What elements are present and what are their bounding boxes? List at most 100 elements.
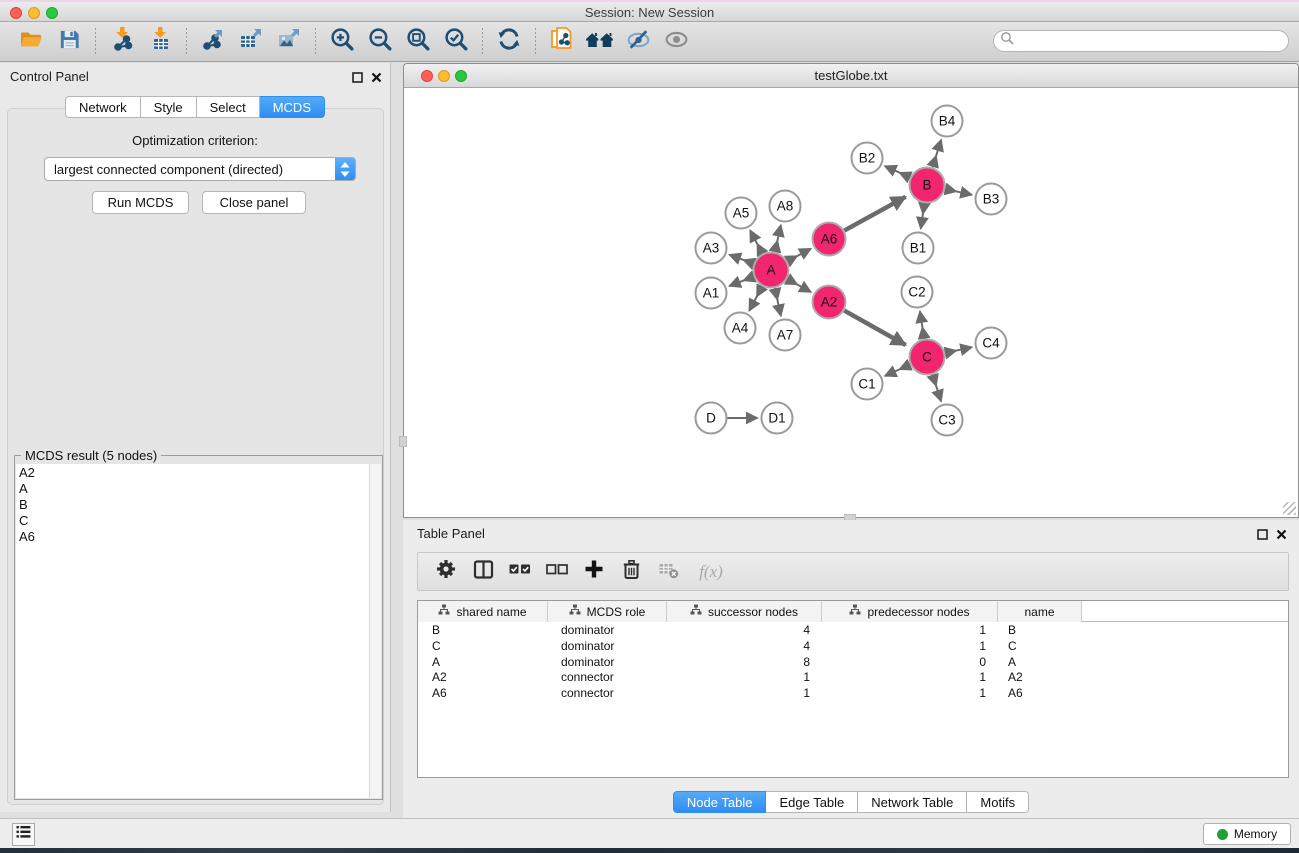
graph-edge-B-B4[interactable] <box>933 140 942 168</box>
home-reset-view-button[interactable] <box>585 27 615 57</box>
graph-node-C2[interactable]: C2 <box>902 277 933 308</box>
network-graph[interactable]: AA1A2A3A4A5A6A7A8BB1B2B3B4CC1C2C3C4DD1 <box>404 88 1298 518</box>
graph-edge-C-C3[interactable] <box>933 375 942 402</box>
create-column-button[interactable] <box>580 558 608 586</box>
graph-node-C1[interactable]: C1 <box>852 369 883 400</box>
graph-node-A6[interactable]: A6 <box>813 223 846 256</box>
table-row[interactable]: Cdominator41C <box>418 639 1288 655</box>
select-all-button[interactable] <box>506 558 534 586</box>
save-session-button[interactable] <box>54 27 84 57</box>
mcds-list-scrollbar[interactable] <box>370 464 381 798</box>
mcds-result-item[interactable]: A6 <box>19 529 369 545</box>
graph-node-B[interactable]: B <box>910 168 945 203</box>
graph-edge-B-B2[interactable] <box>885 166 910 177</box>
close-panel-button[interactable]: Close panel <box>202 191 306 214</box>
tab-edge-table[interactable]: Edge Table <box>766 791 858 813</box>
mcds-result-item[interactable]: A <box>19 481 369 497</box>
float-panel-icon[interactable] <box>1257 527 1268 545</box>
export-image-button[interactable] <box>274 27 304 57</box>
graph-node-C3[interactable]: C3 <box>932 405 963 436</box>
open-session-button[interactable] <box>16 27 46 57</box>
graph-node-B1[interactable]: B1 <box>903 233 934 264</box>
equation-builder-button[interactable]: f(x) <box>691 558 731 586</box>
refresh-view-button[interactable] <box>494 27 524 57</box>
graph-edge-B-B1[interactable] <box>921 203 925 228</box>
duplicate-network-button[interactable] <box>547 27 577 57</box>
tab-network[interactable]: Network <box>65 96 141 118</box>
memory-button[interactable]: Memory <box>1203 823 1291 845</box>
show-all-button[interactable] <box>661 27 691 57</box>
table-row[interactable]: A2connector11A2 <box>418 670 1288 686</box>
graph-edge-B-B3[interactable] <box>945 189 972 195</box>
graph-node-A8[interactable]: A8 <box>770 191 801 222</box>
graph-edge-A-A6[interactable] <box>787 249 811 262</box>
column-header-shared-name[interactable]: shared name <box>418 601 548 622</box>
table-row[interactable]: Adominator80A <box>418 655 1288 671</box>
graph-edge-C-C2[interactable] <box>920 311 924 338</box>
import-network-button[interactable] <box>107 27 137 57</box>
graph-edge-A-A8[interactable] <box>775 225 781 252</box>
network-canvas[interactable]: AA1A2A3A4A5A6A7A8BB1B2B3B4CC1C2C3C4DD1 <box>404 88 1298 517</box>
tab-node-table[interactable]: Node Table <box>673 791 767 813</box>
graph-edge-C-C1[interactable] <box>885 365 910 376</box>
delete-columns-button[interactable] <box>617 558 645 586</box>
mcds-result-item[interactable]: B <box>19 497 369 513</box>
graph-node-A[interactable]: A <box>754 253 789 288</box>
graph-edge-A-A4[interactable] <box>749 286 762 310</box>
zoom-in-button[interactable] <box>327 27 357 57</box>
graph-node-A4[interactable]: A4 <box>725 313 756 344</box>
tab-motifs[interactable]: Motifs <box>967 791 1029 813</box>
export-network-button[interactable] <box>198 27 228 57</box>
graph-node-C[interactable]: C <box>910 340 945 375</box>
mcds-result-item[interactable]: A2 <box>19 465 369 481</box>
graph-node-A3[interactable]: A3 <box>696 233 727 264</box>
table-row[interactable]: Bdominator41B <box>418 623 1288 639</box>
window-resize-grip[interactable] <box>1283 502 1296 515</box>
graph-edge-A-A2[interactable] <box>787 279 811 292</box>
graph-node-D1[interactable]: D1 <box>762 403 793 434</box>
graph-edge-A-A5[interactable] <box>750 230 762 253</box>
tab-network-table[interactable]: Network Table <box>858 791 967 813</box>
hide-selected-button[interactable] <box>623 27 653 57</box>
graph-node-A2[interactable]: A2 <box>813 286 846 319</box>
zoom-fit-button[interactable] <box>403 27 433 57</box>
zoom-out-button[interactable] <box>365 27 395 57</box>
table-mode-button[interactable] <box>432 558 460 586</box>
search-input[interactable] <box>1015 32 1288 50</box>
import-table-button[interactable] <box>145 27 175 57</box>
graph-edge-C-C4[interactable] <box>945 347 972 353</box>
graph-edge-A6-B[interactable] <box>844 197 905 231</box>
run-mcds-button[interactable]: Run MCDS <box>92 191 189 214</box>
graph-node-A7[interactable]: A7 <box>770 320 801 351</box>
graph-edge-A-A3[interactable] <box>729 255 753 264</box>
float-panel-icon[interactable] <box>352 70 363 88</box>
export-table-button[interactable] <box>236 27 266 57</box>
search-box[interactable] <box>993 30 1289 52</box>
graph-edge-A-A1[interactable] <box>729 277 754 286</box>
show-columns-button[interactable] <box>469 558 497 586</box>
table-row[interactable]: A6connector11A6 <box>418 686 1288 702</box>
task-history-button[interactable] <box>12 823 35 846</box>
column-header-successor-nodes[interactable]: successor nodes <box>667 601 822 622</box>
graph-node-B4[interactable]: B4 <box>932 106 963 137</box>
close-panel-icon[interactable] <box>1276 527 1287 545</box>
column-header-name[interactable]: name <box>998 601 1082 622</box>
tab-select[interactable]: Select <box>197 96 260 118</box>
column-header-predecessor-nodes[interactable]: predecessor nodes <box>822 601 998 622</box>
graph-node-B2[interactable]: B2 <box>852 143 883 174</box>
graph-node-A1[interactable]: A1 <box>696 278 727 309</box>
close-panel-icon[interactable] <box>371 70 382 88</box>
zoom-selected-button[interactable] <box>441 27 471 57</box>
canvas-vertical-scroll-thumb[interactable] <box>399 436 407 447</box>
tab-style[interactable]: Style <box>141 96 197 118</box>
delete-table-button[interactable] <box>654 558 682 586</box>
graph-edge-A2-C[interactable] <box>844 311 905 345</box>
unselect-all-button[interactable] <box>543 558 571 586</box>
graph-edge-A-A7[interactable] <box>775 288 781 316</box>
graph-node-B3[interactable]: B3 <box>976 184 1007 215</box>
mcds-result-item[interactable]: C <box>19 513 369 529</box>
graph-node-D[interactable]: D <box>696 403 727 434</box>
tab-mcds[interactable]: MCDS <box>260 96 325 118</box>
criterion-dropdown[interactable]: largest connected component (directed) <box>44 157 356 181</box>
graph-node-A5[interactable]: A5 <box>726 198 757 229</box>
